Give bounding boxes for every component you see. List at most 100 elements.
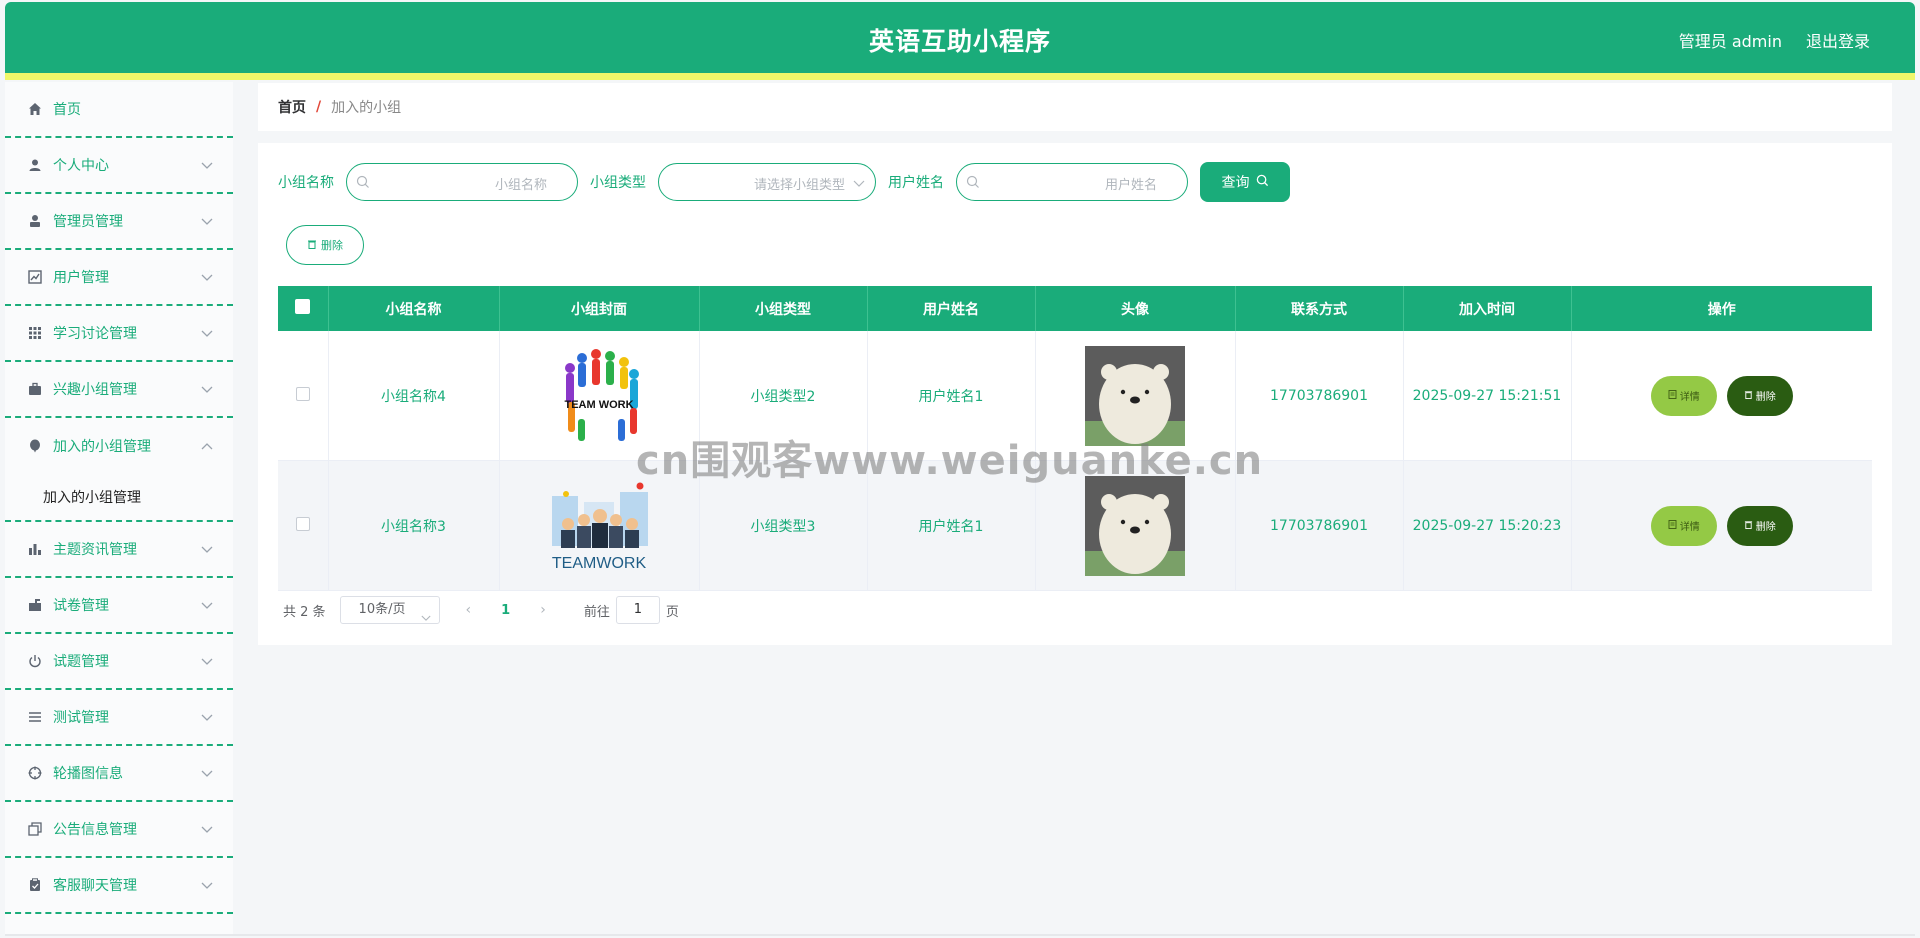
next-page-icon[interactable]: › [540, 602, 546, 618]
query-button[interactable]: 查询 [1200, 162, 1290, 202]
detail-button[interactable]: 详情 [1650, 505, 1717, 546]
sidebar-item-chat[interactable]: 客服聊天管理 [5, 858, 233, 914]
chevron-down-icon [201, 878, 215, 889]
goto-page-input[interactable]: 1 [615, 596, 660, 624]
avatar[interactable] [1085, 475, 1185, 576]
goto-suffix: 页 [665, 604, 679, 620]
column-header: 操作 [1571, 286, 1872, 331]
site-watermark: cn围观客www.weiguanke.cn [636, 438, 1264, 484]
column-header: 加入时间 [1403, 286, 1572, 331]
group-type-select[interactable]: 请选择小组类型 [658, 163, 876, 201]
sidebar-item-label: 管理员管理 [53, 214, 123, 230]
sidebar-menu: 首页 个人中心 管理员管理 用户管理 学习讨论管理 兴趣小组管理 加入的小组管理… [5, 82, 233, 934]
sidebar-item-questions[interactable]: 试题管理 [5, 634, 233, 690]
sidebar-item-label: 加入的小组管理 [53, 439, 151, 455]
sidebar-item-label: 个人中心 [53, 158, 109, 174]
delete-button[interactable]: 删除 [1726, 505, 1793, 546]
batch-delete-label: 删除 [321, 240, 343, 252]
breadcrumb-current: 加入的小组 [331, 100, 402, 116]
chevron-down-icon [201, 710, 215, 721]
join-time-cell: 2025-09-27 15:20:23 [1403, 460, 1572, 591]
power-icon [27, 653, 43, 669]
sidebar-item-tests[interactable]: 测试管理 [5, 690, 233, 746]
row-select-cell [278, 331, 329, 461]
header-accent-stripe [5, 73, 1915, 80]
list-icon [27, 709, 43, 725]
sidebar-item-label: 首页 [53, 102, 81, 118]
user-name-placeholder: 用户姓名 [1104, 178, 1157, 193]
goto-page: 前往 1 页 [584, 596, 679, 624]
sidebar-item-label: 兴趣小组管理 [53, 382, 137, 398]
user-name-input[interactable]: 用户姓名 [956, 163, 1188, 201]
group-cover-image[interactable]: TEAMWORK [544, 473, 654, 578]
grid-icon [27, 325, 43, 341]
batch-delete-button[interactable]: 删除 [286, 225, 364, 265]
sidebar-item-discussion[interactable]: 学习讨论管理 [5, 306, 233, 362]
chevron-down-icon [201, 214, 215, 225]
delete-button[interactable]: 删除 [1726, 375, 1793, 416]
group-name-cell: 小组名称3 [328, 460, 500, 591]
sidebar-item-papers[interactable]: 试卷管理 [5, 578, 233, 634]
sidebar-item-label: 轮播图信息 [53, 766, 123, 782]
filter-bar: 小组名称 小组名称 小组类型 请选择小组类型 用户姓名 用户姓名 查询 [278, 162, 1290, 202]
page-number-current[interactable]: 1 [501, 603, 510, 618]
sidebar-item-home[interactable]: 首页 [5, 82, 233, 138]
column-header: 小组名称 [328, 286, 500, 331]
main-panel: 小组名称 小组名称 小组类型 请选择小组类型 用户姓名 用户姓名 查询 删除 小… [258, 143, 1892, 645]
sidebar-item-label: 学习讨论管理 [53, 326, 137, 342]
sidebar-item-label: 主题资讯管理 [53, 542, 137, 558]
sidebar-item-notices[interactable]: 公告信息管理 [5, 802, 233, 858]
trash-icon [1744, 520, 1753, 532]
prev-page-icon[interactable]: ‹ [466, 602, 472, 618]
table-header-row: 小组名称 小组封面 小组类型 用户姓名 头像 联系方式 加入时间 操作 [278, 286, 1872, 331]
search-icon [966, 175, 980, 189]
sidebar-item-personal[interactable]: 个人中心 [5, 138, 233, 194]
sidebar-item-label: 客服聊天管理 [53, 878, 137, 894]
column-header: 小组类型 [699, 286, 868, 331]
group-name-placeholder: 小组名称 [494, 178, 547, 193]
admin-user-label[interactable]: 管理员 admin [1679, 28, 1782, 52]
trash-icon [307, 239, 317, 252]
cover-caption: TEAM WORK [564, 399, 633, 411]
submenu-item-joined-groups[interactable]: 加入的小组管理 [5, 474, 233, 522]
mailbox-icon [27, 597, 43, 613]
group-name-input[interactable]: 小组名称 [346, 163, 578, 201]
document-icon [1668, 389, 1677, 402]
select-all-cell [278, 286, 329, 331]
row-checkbox[interactable] [295, 516, 310, 531]
breadcrumb: 首页 / 加入的小组 [258, 83, 1892, 131]
column-header: 联系方式 [1235, 286, 1404, 331]
sidebar-item-interest-groups[interactable]: 兴趣小组管理 [5, 362, 233, 418]
chevron-down-icon [420, 606, 431, 621]
page-size-value: 10条/页 [358, 602, 406, 617]
bar-chart-icon [27, 541, 43, 557]
actions-cell: 详情 删除 [1571, 460, 1872, 591]
pagination: 共 2 条 10条/页 ‹ 1 › 前往 1 页 [283, 596, 679, 624]
row-select-cell [278, 460, 329, 591]
breadcrumb-home[interactable]: 首页 [278, 97, 306, 117]
sidebar-item-users[interactable]: 用户管理 [5, 250, 233, 306]
user-name-label: 用户姓名 [888, 175, 944, 191]
chevron-down-icon [201, 766, 215, 777]
select-all-checkbox[interactable] [295, 299, 311, 314]
sidebar-item-news[interactable]: 主题资讯管理 [5, 522, 233, 578]
clipboard-icon [27, 877, 43, 893]
page-size-select[interactable]: 10条/页 [339, 596, 440, 624]
bottom-border [5, 934, 1915, 936]
sidebar-item-label: 测试管理 [53, 710, 109, 726]
chevron-down-icon [201, 598, 215, 609]
sidebar-item-admin[interactable]: 管理员管理 [5, 194, 233, 250]
sidebar-item-joined-groups[interactable]: 加入的小组管理 [5, 418, 233, 474]
column-header: 小组封面 [499, 286, 700, 331]
line-chart-icon [27, 269, 43, 285]
sidebar-item-carousel[interactable]: 轮播图信息 [5, 746, 233, 802]
logout-link[interactable]: 退出登录 [1806, 28, 1870, 52]
header-user-area: 管理员 admin 退出登录 [1679, 28, 1870, 52]
trash-icon [1744, 390, 1753, 402]
chevron-down-icon [201, 822, 215, 833]
row-checkbox[interactable] [295, 386, 310, 401]
group-name-label: 小组名称 [278, 175, 334, 191]
chevron-down-icon [853, 177, 865, 187]
detail-button[interactable]: 详情 [1650, 375, 1717, 416]
sidebar-item-label: 试卷管理 [53, 598, 109, 614]
